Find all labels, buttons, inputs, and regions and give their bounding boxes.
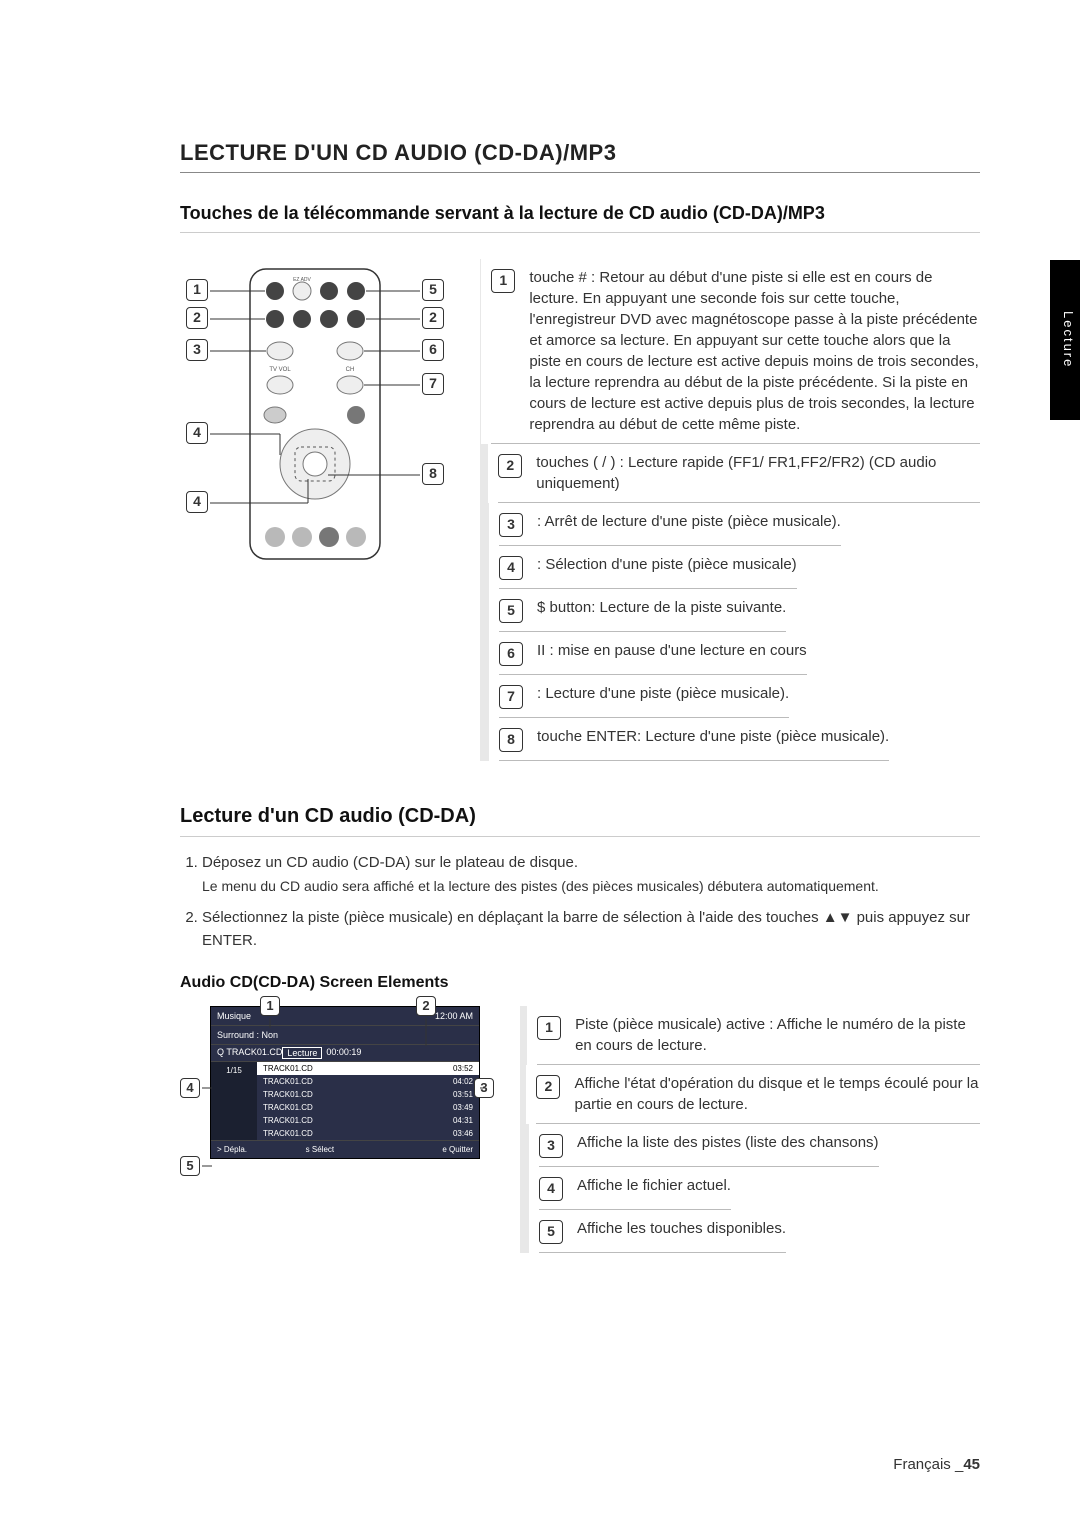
desc-num: 4 (499, 556, 523, 580)
step-main: Sélectionnez la piste (pièce musicale) e… (202, 909, 970, 949)
osd-callout-1: 1 (260, 996, 280, 1016)
osd-track-row: TRACK01.CD04:02 (257, 1075, 479, 1088)
desc-text: : Lecture d'une piste (pièce musicale). (537, 683, 789, 709)
osd-surround: Surround : Non (217, 1030, 278, 1040)
desc-num: 3 (539, 1134, 563, 1158)
desc-item-4: 4 : Sélection d'une piste (pièce musical… (499, 546, 797, 589)
osd-diagram: 1 2 3 4 5 Musique 12:00 AM Surround : No… (180, 1006, 490, 1159)
desc-text: : Sélection d'une piste (pièce musicale) (537, 554, 797, 580)
osd-track-row: TRACK01.CD03:46 (257, 1127, 479, 1140)
desc-num: 5 (499, 599, 523, 623)
desc-text: : Arrêt de lecture d'une piste (pièce mu… (537, 511, 841, 537)
steps-list: Déposez un CD audio (CD-DA) sur le plate… (202, 851, 980, 952)
sub-title-screen-elements: Audio CD(CD-DA) Screen Elements (180, 974, 980, 992)
osd-foot-move: > Dépla. (217, 1145, 296, 1154)
step-main: Déposez un CD audio (CD-DA) sur le plate… (202, 854, 578, 871)
step-2: Sélectionnez la piste (pièce musicale) e… (202, 906, 980, 953)
step-1: Déposez un CD audio (CD-DA) sur le plate… (202, 851, 980, 898)
desc-num: 5 (539, 1220, 563, 1244)
desc-text: Piste (pièce musicale) active : Affiche … (575, 1014, 980, 1056)
desc-num: 8 (499, 728, 523, 752)
callout-4a: 4 (186, 422, 208, 444)
callout-3: 3 (186, 339, 208, 361)
osd-elapsed: 00:00:19 (326, 1047, 361, 1059)
desc-text: Affiche les touches disponibles. (577, 1218, 786, 1244)
desc-text: Affiche l'état d'opération du disque et … (574, 1073, 980, 1115)
osd-desc-5: 5 Affiche les touches disponibles. (539, 1210, 786, 1253)
osd-track-row: TRACK01.CD04:31 (257, 1114, 479, 1127)
side-tab: Lecture (1050, 260, 1080, 420)
desc-item-2: 2 touches ( / ) : Lecture rapide (FF1/ F… (498, 444, 980, 503)
page-footer: Français _45 (893, 1456, 980, 1473)
remote-button-descriptions: 1 touche # : Retour au début d'une piste… (480, 259, 980, 761)
osd-track-row: TRACK01.CD03:51 (257, 1088, 479, 1101)
osd-state: Lecture (282, 1047, 322, 1059)
desc-item-1: 1 touche # : Retour au début d'une piste… (491, 259, 980, 444)
callout-8: 8 (422, 463, 444, 485)
desc-num: 7 (499, 685, 523, 709)
desc-text: Affiche le fichier actuel. (577, 1175, 731, 1201)
callout-2l: 2 (186, 307, 208, 329)
sub-title-playback: Lecture d'un CD audio (CD-DA) (180, 805, 980, 837)
desc-num: 2 (498, 454, 522, 478)
desc-text: touche # : Retour au début d'une piste s… (529, 267, 980, 435)
osd-desc-2: 2 Affiche l'état d'opération du disque e… (536, 1065, 980, 1124)
desc-text: touches ( / ) : Lecture rapide (FF1/ FR1… (536, 452, 980, 494)
callout-7: 7 (422, 373, 444, 395)
osd-callout-5: 5 (180, 1156, 200, 1176)
desc-item-5: 5 $ button: Lecture de la piste suivante… (499, 589, 786, 632)
remote-diagram: EZ ADV TV VOL CH (180, 259, 450, 589)
osd-desc-4: 4 Affiche le fichier actuel. (539, 1167, 731, 1210)
step-sub: Le menu du CD audio sera affiché et la l… (202, 876, 980, 898)
osd-descriptions: 1 Piste (pièce musicale) active : Affich… (520, 1006, 980, 1253)
page-title: LECTURE D'UN CD AUDIO (CD-DA)/MP3 (180, 140, 980, 173)
desc-text: II : mise en pause d'une lecture en cour… (537, 640, 807, 666)
osd-callout-3: 3 (474, 1078, 494, 1098)
osd-callout-4: 4 (180, 1078, 200, 1098)
desc-item-8: 8 touche ENTER: Lecture d'une piste (piè… (499, 718, 889, 761)
desc-text: $ button: Lecture de la piste suivante. (537, 597, 786, 623)
osd-clock: 12:00 AM (435, 1011, 473, 1021)
osd-nowtrack: Q TRACK01.CD (217, 1047, 282, 1059)
callout-4b: 4 (186, 491, 208, 513)
desc-num: 4 (539, 1177, 563, 1201)
osd-callout-2: 2 (416, 996, 436, 1016)
osd-folder-count: 1/15 (211, 1062, 257, 1140)
osd-track-list: TRACK01.CD03:52 TRACK01.CD04:02 TRACK01.… (257, 1062, 479, 1140)
desc-num: 2 (536, 1075, 560, 1099)
osd-desc-3: 3 Affiche la liste des pistes (liste des… (539, 1124, 879, 1167)
desc-num: 1 (537, 1016, 561, 1040)
osd-foot-select: s Sélect (306, 1145, 385, 1154)
osd-track-row: TRACK01.CD03:49 (257, 1101, 479, 1114)
callout-1: 1 (186, 279, 208, 301)
desc-item-7: 7 : Lecture d'une piste (pièce musicale)… (499, 675, 789, 718)
osd-track-row: TRACK01.CD03:52 (257, 1062, 479, 1075)
sub-title-remote: Touches de la télécommande servant à la … (180, 203, 980, 233)
desc-text: touche ENTER: Lecture d'une piste (pièce… (537, 726, 889, 752)
footer-lang: Français _ (893, 1456, 963, 1473)
footer-page: 45 (963, 1456, 980, 1473)
desc-num: 6 (499, 642, 523, 666)
callout-2r: 2 (422, 307, 444, 329)
osd-title: Musique (217, 1011, 251, 1021)
desc-num: 3 (499, 513, 523, 537)
callout-6: 6 (422, 339, 444, 361)
desc-item-6: 6 II : mise en pause d'une lecture en co… (499, 632, 807, 675)
osd-foot-exit: e Quitter (394, 1145, 473, 1154)
desc-num: 1 (491, 269, 515, 293)
callout-5: 5 (422, 279, 444, 301)
osd-desc-1: 1 Piste (pièce musicale) active : Affich… (537, 1006, 980, 1065)
desc-item-3: 3 : Arrêt de lecture d'une piste (pièce … (499, 503, 841, 546)
desc-text: Affiche la liste des pistes (liste des c… (577, 1132, 879, 1158)
